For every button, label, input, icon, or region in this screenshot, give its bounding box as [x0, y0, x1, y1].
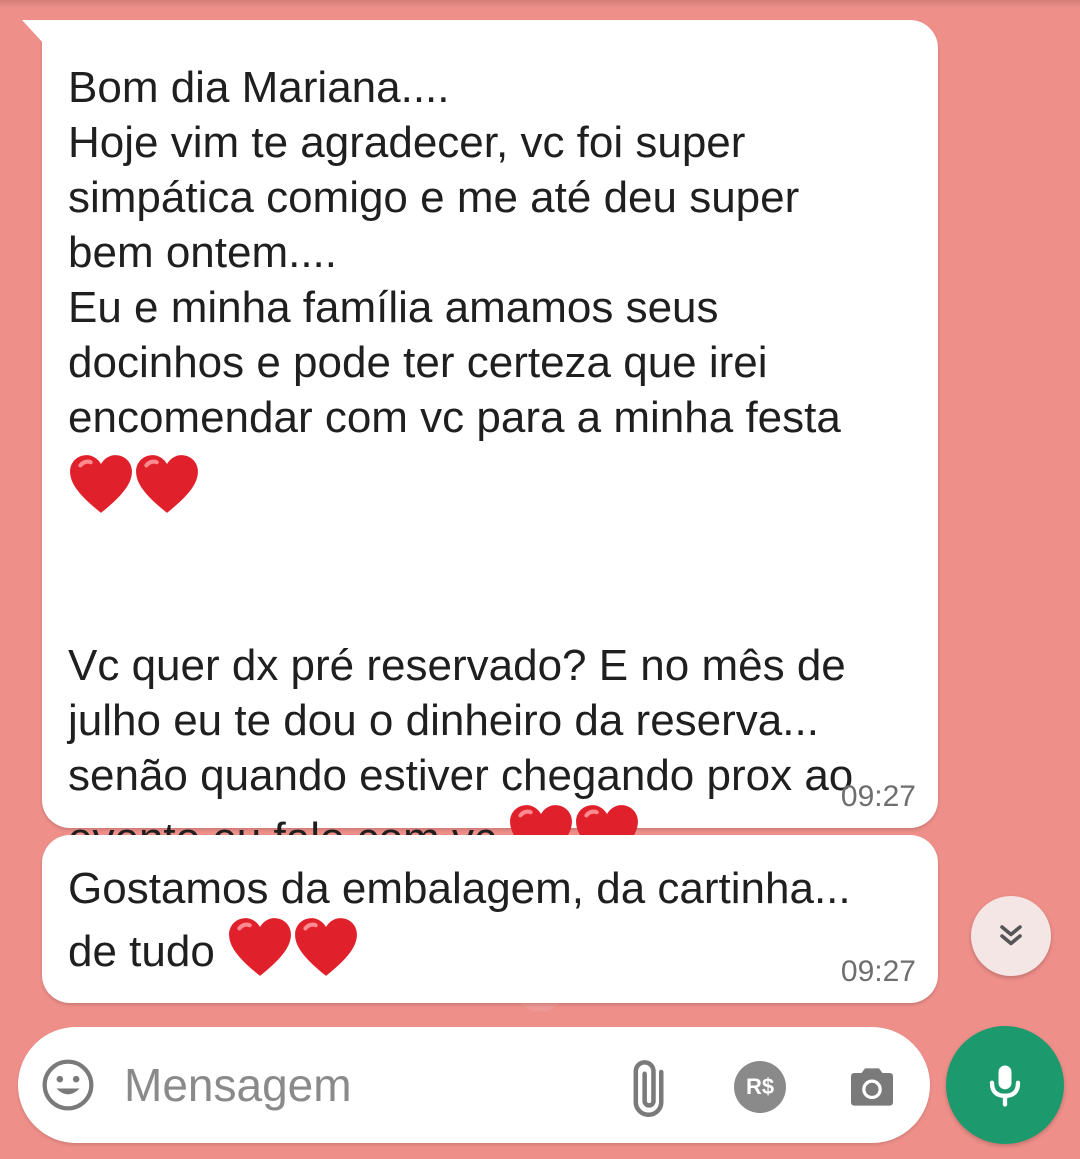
heart-emoji-icon — [229, 918, 291, 976]
paperclip-icon[interactable] — [618, 1057, 678, 1117]
message-paragraph: Vc quer dx pré reservado? E no mês de ju… — [68, 641, 854, 863]
heart-emojis — [227, 916, 359, 980]
message-timestamp: 09:27 — [840, 955, 916, 988]
microphone-icon — [989, 1065, 1021, 1107]
camera-icon[interactable] — [844, 1059, 900, 1115]
message-paragraph: Gostamos da embalagem, da cartinha... de… — [68, 864, 851, 976]
payment-icon[interactable]: R$ — [734, 1061, 786, 1113]
emoji-icon[interactable] — [40, 1057, 96, 1113]
chat-area: Bom dia Mariana.... Hoje vim te agradece… — [0, 0, 1080, 1159]
double-chevron-down-icon — [1000, 925, 1022, 946]
heart-emoji-icon — [70, 455, 132, 513]
message-paragraph: Bom dia Mariana.... Hoje vim te agradece… — [68, 63, 841, 442]
scroll-to-bottom-button[interactable] — [971, 896, 1051, 976]
message-composer[interactable]: Mensagem R$ — [18, 1027, 930, 1143]
message-bubble[interactable]: Gostamos da embalagem, da cartinha... de… — [42, 835, 938, 1003]
bubble-tail — [22, 20, 44, 44]
message-input[interactable]: Mensagem — [124, 1057, 352, 1113]
heart-emojis — [68, 453, 904, 528]
voice-message-button[interactable] — [946, 1026, 1064, 1144]
message-text: Gostamos da embalagem, da cartinha... de… — [68, 861, 904, 980]
heart-emoji-icon — [295, 918, 357, 976]
message-timestamp: 09:27 — [840, 780, 916, 813]
message-text: Bom dia Mariana.... Hoje vim te agradece… — [68, 60, 904, 867]
heart-emoji-icon — [136, 455, 198, 513]
message-bubble[interactable]: Bom dia Mariana.... Hoje vim te agradece… — [22, 20, 938, 863]
